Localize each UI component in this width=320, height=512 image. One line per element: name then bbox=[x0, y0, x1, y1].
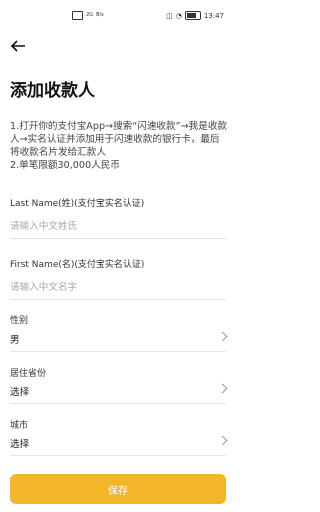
gender-value: 男 bbox=[10, 335, 20, 346]
first-name-label: First Name(名)(支付宝实名认证) bbox=[10, 260, 145, 270]
chevron-right-icon bbox=[217, 383, 228, 394]
divider bbox=[10, 455, 226, 456]
clock: 13:47 bbox=[203, 11, 224, 20]
sim-icon bbox=[72, 11, 83, 20]
divider bbox=[10, 299, 226, 300]
back-arrow-svg bbox=[10, 40, 25, 52]
save-button[interactable]: 保存 bbox=[10, 474, 226, 504]
divider bbox=[10, 351, 226, 352]
page-title: 添加收款人 bbox=[10, 81, 95, 101]
city-select[interactable]: 选择 bbox=[10, 434, 228, 452]
vibrate-icon: ◫ bbox=[166, 11, 173, 20]
divider bbox=[10, 238, 226, 239]
gender-label: 性别 bbox=[10, 316, 29, 326]
city-value: 选择 bbox=[10, 439, 30, 450]
last-name-input[interactable] bbox=[10, 215, 226, 237]
network-type: 2G bbox=[86, 12, 94, 18]
back-arrow-icon[interactable] bbox=[10, 38, 26, 54]
wifi-icon: ◔ bbox=[175, 11, 182, 20]
network-speed: B/s bbox=[96, 12, 104, 18]
instructions-body: 1.打开你的支付宝App→搜索“闪速收款”→我是收款人→实名认证并添加用于闪速收… bbox=[10, 121, 228, 171]
chevron-right-icon bbox=[217, 331, 228, 342]
status-bar-left: 2G B/s bbox=[72, 11, 104, 20]
status-bar-right: ◫ ◔ 13:47 bbox=[166, 11, 224, 20]
gender-select[interactable]: 男 bbox=[10, 330, 228, 348]
battery-icon bbox=[184, 11, 201, 20]
chevron-right-icon bbox=[217, 435, 228, 446]
instructions-text: 1.打开你的支付宝App→搜索“闪速收款”→我是收款人→实名认证并添加用于闪速收… bbox=[10, 120, 228, 172]
status-bar: 2G B/s ◫ ◔ 13:47 bbox=[0, 0, 236, 34]
province-value: 选择 bbox=[10, 387, 30, 398]
province-label: 居住省份 bbox=[10, 369, 47, 379]
last-name-label: Last Name(姓)(支付宝实名认证) bbox=[10, 199, 145, 209]
province-select[interactable]: 选择 bbox=[10, 382, 228, 400]
divider bbox=[10, 403, 226, 404]
city-label: 城市 bbox=[10, 421, 29, 431]
first-name-input[interactable] bbox=[10, 276, 226, 298]
